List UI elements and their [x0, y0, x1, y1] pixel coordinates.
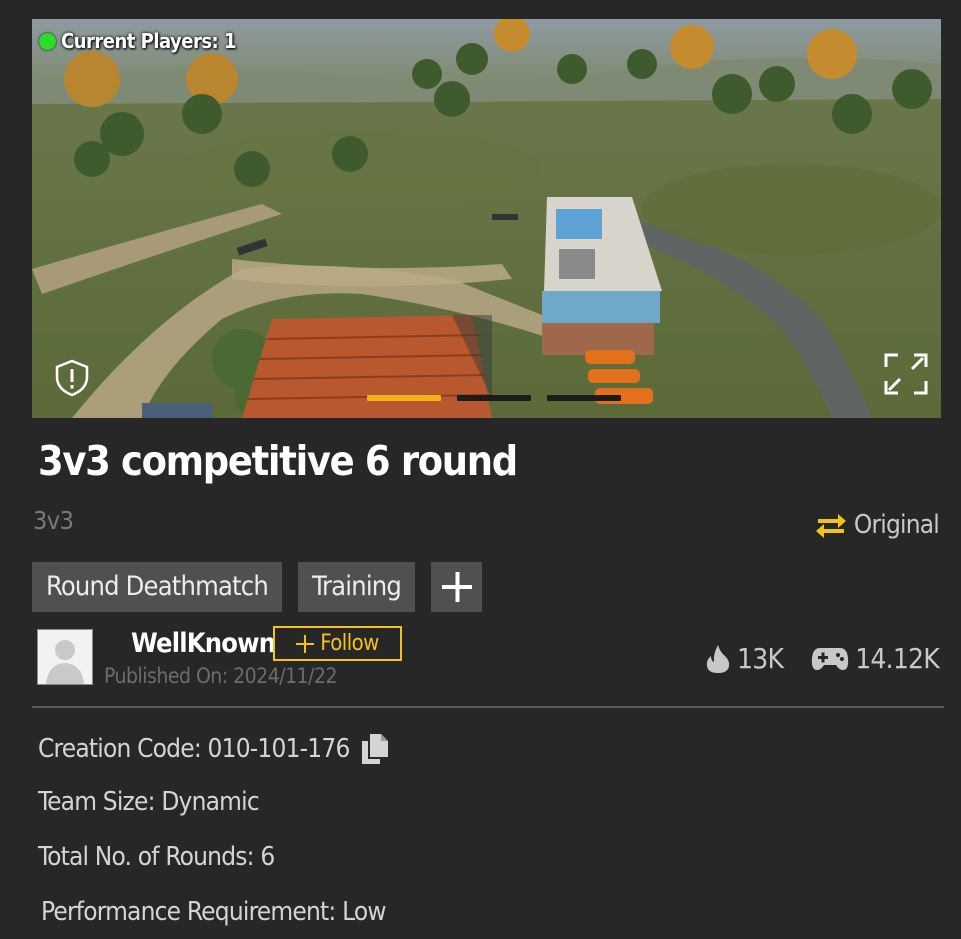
- tag-training[interactable]: Training: [297, 562, 415, 612]
- report-shield-icon[interactable]: [54, 359, 90, 397]
- carousel-segment-1[interactable]: [367, 395, 441, 401]
- map-detail-page: Current Players: 1 3v3 competitive 6 rou…: [0, 0, 961, 939]
- copy-icon[interactable]: [360, 733, 390, 765]
- total-rounds: Total No. of Rounds: 6: [38, 842, 275, 872]
- map-title: 3v3 competitive 6 round: [38, 437, 518, 485]
- current-players-label: Current Players: 1: [61, 29, 237, 53]
- map-preview-image[interactable]: Current Players: 1: [32, 19, 941, 418]
- author-avatar[interactable]: [37, 629, 93, 685]
- map-tags: Round Deathmatch Training: [32, 562, 482, 612]
- popularity-stat: 13K: [705, 642, 784, 675]
- published-date: Published On: 2024/11/22: [104, 664, 338, 688]
- original-label: Original: [853, 510, 940, 540]
- plus-icon: [441, 572, 472, 602]
- flame-icon: [706, 644, 730, 673]
- carousel-segment-2[interactable]: [457, 395, 531, 401]
- preview-carousel-indicator: [367, 395, 621, 401]
- author-name[interactable]: WellKnown: [131, 628, 276, 659]
- map-stats: 13K 14.12K: [705, 642, 940, 675]
- team-size: Team Size: Dynamic: [38, 787, 260, 817]
- fullscreen-expand-icon[interactable]: [882, 351, 930, 397]
- plays-stat: 14.12K: [811, 642, 940, 675]
- carousel-segment-3[interactable]: [547, 395, 621, 401]
- creation-code-row: Creation Code: 010-101-176: [38, 733, 390, 765]
- plus-icon: [296, 634, 315, 653]
- section-divider: [32, 706, 944, 708]
- gamepad-icon: [812, 647, 849, 670]
- game-scene-screenshot: [32, 19, 941, 418]
- swap-arrows-icon: [815, 514, 846, 538]
- online-status-dot: [39, 32, 56, 50]
- default-avatar-icon: [38, 630, 92, 684]
- follow-label: Follow: [320, 631, 379, 656]
- current-players-indicator: Current Players: 1: [39, 29, 237, 53]
- add-tag-button[interactable]: [431, 562, 482, 612]
- performance-requirement: Performance Requirement: Low: [41, 897, 387, 927]
- map-mode-label: 3v3: [33, 506, 74, 535]
- popularity-value: 13K: [737, 642, 784, 675]
- original-badge: Original: [814, 508, 940, 542]
- follow-button[interactable]: Follow: [273, 626, 402, 661]
- creation-code: Creation Code: 010-101-176: [38, 734, 350, 764]
- plays-value: 14.12K: [855, 642, 940, 675]
- tag-round-deathmatch[interactable]: Round Deathmatch: [32, 562, 282, 612]
